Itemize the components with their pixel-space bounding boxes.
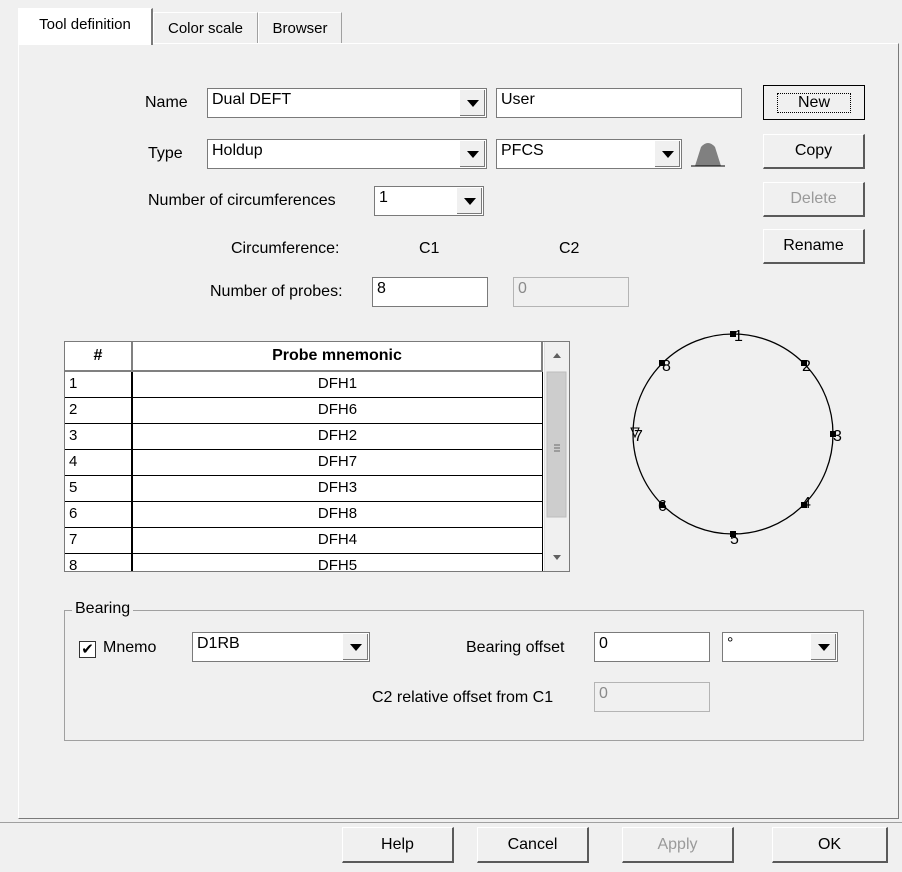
name-label: Name — [145, 94, 188, 111]
relative-offset-label: C2 relative offset from C1 — [372, 689, 554, 706]
probe-label-3: 3 — [833, 428, 842, 445]
probe-label-1: 1 — [734, 328, 743, 345]
chevron-down-icon[interactable] — [459, 141, 485, 167]
bearing-offset-label: Bearing offset — [466, 639, 565, 656]
ok-button-label: OK — [817, 835, 842, 853]
probes-c1-field[interactable]: 8 — [372, 277, 488, 307]
type-select[interactable]: Holdup — [207, 139, 487, 169]
probes-c2-field: 0 — [513, 277, 629, 307]
row-mnemonic[interactable]: DFH2 — [133, 424, 543, 450]
chevron-down-icon[interactable] — [459, 90, 485, 116]
apply-button[interactable]: Apply — [622, 827, 734, 863]
type-value: Holdup — [212, 142, 263, 159]
rename-button[interactable]: Rename — [763, 229, 865, 264]
chevron-down-icon[interactable] — [456, 188, 482, 214]
tab-tool-definition[interactable]: Tool definition — [18, 8, 153, 45]
ok-button[interactable]: OK — [772, 827, 888, 863]
row-mnemonic[interactable]: DFH7 — [133, 450, 543, 476]
delete-button[interactable]: Delete — [763, 182, 865, 217]
new-button-label: New — [776, 92, 851, 113]
c2-label: C2 — [559, 240, 580, 257]
apply-button-label: Apply — [657, 835, 698, 853]
probe-label-6: 6 — [658, 498, 667, 515]
mnemo-checkbox[interactable]: ✔ — [79, 641, 96, 658]
relative-offset-field: 0 — [594, 682, 710, 712]
bearing-group — [64, 610, 864, 741]
row-number: 3 — [65, 424, 133, 450]
row-number: 5 — [65, 476, 133, 502]
header-number: # — [65, 342, 133, 372]
new-button[interactable]: New — [763, 85, 865, 120]
rename-button-label: Rename — [783, 237, 844, 254]
circumference-label: Circumference: — [231, 240, 340, 257]
mnemo-value: D1RB — [197, 635, 240, 652]
checkmark-icon: ✔ — [81, 641, 94, 658]
chevron-down-icon[interactable] — [654, 141, 680, 167]
header-probe-mnemonic: Probe mnemonic — [133, 342, 543, 372]
circumferences-value: 1 — [379, 189, 388, 206]
scroll-down-arrow-icon[interactable] — [553, 555, 561, 560]
probe-table[interactable]: # Probe mnemonic 1 DFH1 2 DFH6 3 DFH2 4 DFH7… — [64, 341, 570, 572]
probe-label-8: 8 — [662, 358, 671, 375]
row-number: 4 — [65, 450, 133, 476]
cancel-button[interactable]: Cancel — [477, 827, 589, 863]
row-number: 1 — [65, 372, 133, 398]
table-row[interactable]: 4 DFH7 — [65, 450, 543, 476]
row-number: 7 — [65, 528, 133, 554]
help-button-label: Help — [381, 835, 414, 853]
row-mnemonic[interactable]: DFH6 — [133, 398, 543, 424]
chevron-down-icon[interactable] — [810, 634, 836, 660]
scroll-up-arrow-icon[interactable] — [553, 353, 561, 358]
probe-label-5: 5 — [730, 531, 739, 545]
row-mnemonic[interactable]: DFH3 — [133, 476, 543, 502]
mnemo-select[interactable]: D1RB — [192, 632, 370, 662]
bearing-group-title: Bearing — [72, 600, 134, 618]
cancel-button-label: Cancel — [507, 835, 558, 853]
probe-label-7: 7 — [634, 428, 643, 445]
circumferences-label: Number of circumferences — [148, 192, 336, 209]
subtype-select[interactable]: PFCS — [496, 139, 682, 169]
tab-browser[interactable]: Browser — [258, 12, 342, 43]
circumferences-select[interactable]: 1 — [374, 186, 484, 216]
table-row[interactable]: 3 DFH2 — [65, 424, 543, 450]
name-select[interactable]: Dual DEFT — [207, 88, 487, 118]
delete-button-label: Delete — [790, 190, 837, 207]
chevron-down-icon[interactable] — [342, 634, 368, 660]
row-mnemonic[interactable]: DFH1 — [133, 372, 543, 398]
table-row[interactable]: 5 DFH3 — [65, 476, 543, 502]
table-row[interactable]: 1 DFH1 — [65, 372, 543, 398]
footer-separator — [0, 822, 902, 823]
probe-layout-diagram: 1 2 3 4 5 6 7 8 — [630, 328, 842, 545]
probe-label-4: 4 — [802, 495, 811, 512]
help-button[interactable]: Help — [342, 827, 454, 863]
table-row[interactable]: 6 DFH8 — [65, 502, 543, 528]
table-header: # Probe mnemonic — [65, 342, 543, 372]
row-mnemonic[interactable]: DFH4 — [133, 528, 543, 554]
row-mnemonic[interactable]: DFH8 — [133, 502, 543, 528]
unit-select[interactable]: ° — [722, 632, 838, 662]
tab-color-scale[interactable]: Color scale — [153, 12, 258, 43]
probes-label: Number of probes: — [210, 283, 343, 300]
name-value: Dual DEFT — [212, 91, 292, 108]
probe-label-2: 2 — [802, 358, 811, 375]
unit-value: ° — [727, 635, 734, 652]
bearing-offset-field[interactable]: 0 — [594, 632, 710, 662]
row-number: 2 — [65, 398, 133, 424]
mnemo-label: Mnemo — [103, 639, 157, 656]
table-row[interactable]: 8 DFH5 — [65, 554, 543, 571]
copy-button-label: Copy — [794, 142, 833, 159]
c1-label: C1 — [419, 240, 440, 257]
type-label: Type — [148, 145, 183, 162]
tool-shape-icon[interactable] — [689, 139, 727, 167]
table-row[interactable]: 7 DFH4 — [65, 528, 543, 554]
row-number: 8 — [65, 554, 133, 571]
owner-field[interactable]: User — [496, 88, 742, 118]
subtype-value: PFCS — [501, 142, 544, 159]
row-mnemonic[interactable]: DFH5 — [133, 554, 543, 571]
row-number: 6 — [65, 502, 133, 528]
table-scrollbar[interactable] — [544, 342, 569, 571]
copy-button[interactable]: Copy — [763, 134, 865, 169]
table-row[interactable]: 2 DFH6 — [65, 398, 543, 424]
